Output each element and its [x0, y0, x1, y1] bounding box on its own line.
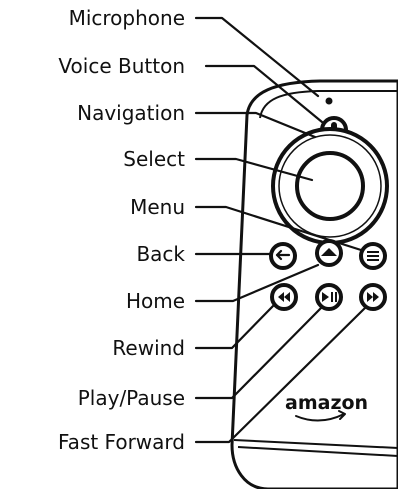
select-button[interactable] [295, 151, 365, 221]
label-home: Home [126, 289, 185, 313]
label-navigation: Navigation [77, 101, 185, 125]
label-fast-forward: Fast Forward [58, 430, 185, 454]
label-play-pause: Play/Pause [78, 386, 185, 410]
label-voice-button: Voice Button [58, 54, 185, 78]
labels: Microphone Voice Button Navigation Selec… [58, 6, 185, 454]
label-select: Select [123, 147, 185, 171]
menu-button[interactable] [359, 242, 387, 270]
back-button[interactable] [269, 242, 297, 270]
rewind-button[interactable] [270, 283, 298, 311]
amazon-logo-text: amazon [285, 392, 368, 414]
label-back: Back [136, 242, 185, 266]
home-button[interactable] [315, 239, 343, 267]
remote-diagram: amazon Microphone Voice Button Navigatio… [58, 6, 398, 489]
label-microphone: Microphone [69, 6, 185, 30]
play-pause-button[interactable] [315, 283, 343, 311]
fast-forward-button[interactable] [359, 283, 387, 311]
microphone-hole [325, 97, 333, 105]
label-rewind: Rewind [112, 336, 185, 360]
label-menu: Menu [130, 195, 185, 219]
